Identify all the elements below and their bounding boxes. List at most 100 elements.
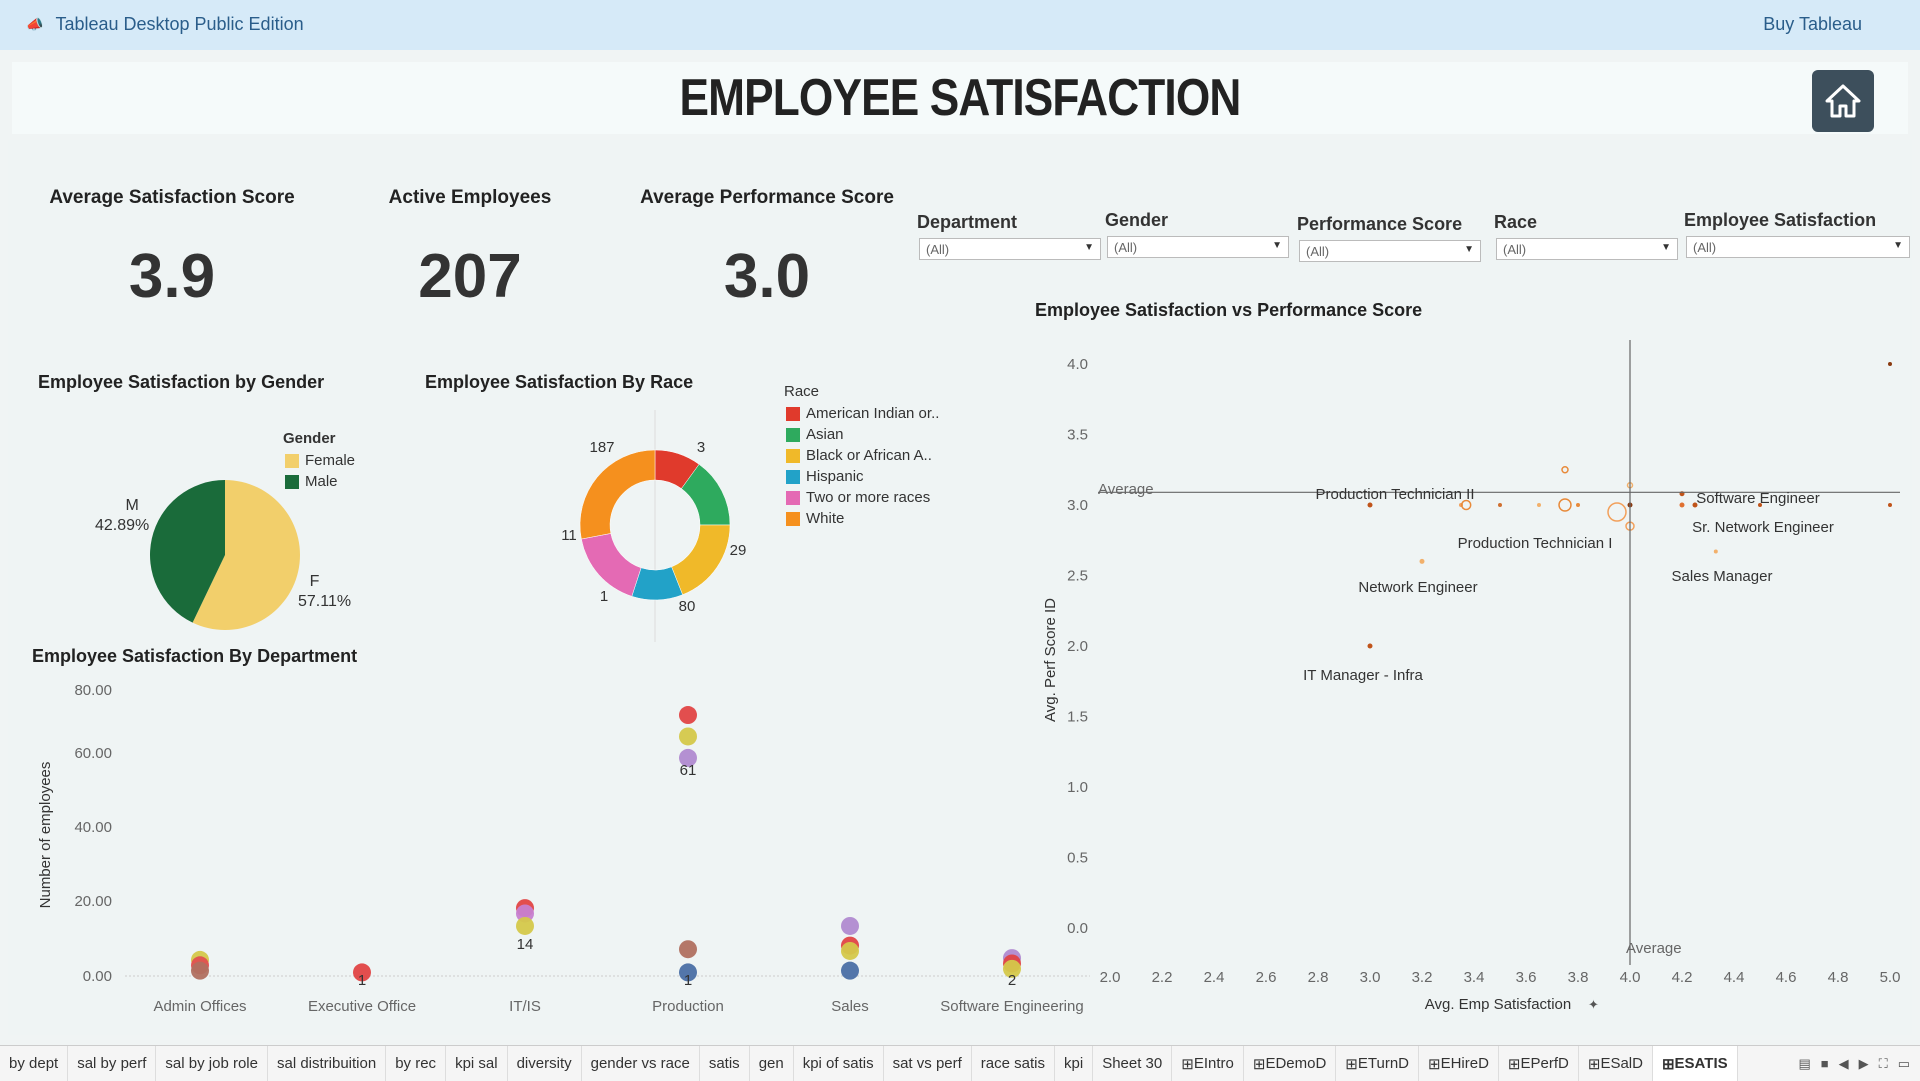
sheet-tab[interactable]: ⊞ EIntro xyxy=(1172,1046,1244,1081)
sheet-tab[interactable]: ⊞ EDemoD xyxy=(1244,1046,1337,1081)
dept-point[interactable] xyxy=(516,916,534,935)
scatter-point[interactable] xyxy=(1576,503,1580,507)
scatter-point[interactable] xyxy=(1419,558,1425,564)
dept-point[interactable] xyxy=(679,706,697,725)
dept-point[interactable] xyxy=(841,941,859,960)
sheet-tab[interactable]: sat vs perf xyxy=(884,1046,972,1081)
scatter-point[interactable] xyxy=(1498,503,1502,507)
legend-label: Two or more races xyxy=(806,489,931,506)
scroll-right-icon[interactable]: ▶ xyxy=(1859,1056,1869,1072)
legend-swatch xyxy=(786,427,800,442)
scatter-y-tick: 1.0 xyxy=(1067,779,1088,796)
scatter-annotation: Software Engineer xyxy=(1696,490,1819,507)
dept-x-tick: Executive Office xyxy=(308,998,416,1015)
race-label-hispanic: 1 xyxy=(600,588,608,605)
sheet-tab[interactable]: satis xyxy=(700,1046,750,1081)
pin-icon[interactable]: ✦ xyxy=(1588,997,1599,1012)
sheet-tab[interactable]: kpi xyxy=(1055,1046,1094,1081)
gender-legend-title: Gender xyxy=(283,430,336,447)
dept-point-label: 14 xyxy=(517,936,534,953)
scatter-point[interactable] xyxy=(1367,502,1373,508)
legend-item-female[interactable]: Female xyxy=(285,450,355,471)
scatter-annotation: Production Technician II xyxy=(1316,486,1475,503)
scatter-x-tick: 4.8 xyxy=(1828,969,1849,986)
donut-slice[interactable] xyxy=(671,524,731,596)
scatter-point[interactable] xyxy=(1367,643,1373,649)
dept-y-tick: 0.00 xyxy=(83,968,112,985)
sheet-tab[interactable]: by dept xyxy=(0,1046,69,1081)
home-button[interactable] xyxy=(1812,70,1874,132)
scatter-point[interactable] xyxy=(1558,498,1572,512)
scroll-left-icon[interactable]: ◀ xyxy=(1839,1056,1849,1072)
dept-point[interactable] xyxy=(679,727,697,746)
scatter-point[interactable] xyxy=(1679,502,1685,508)
legend-item-two-or-more[interactable]: Two or more races xyxy=(786,487,939,508)
dept-point[interactable] xyxy=(841,961,859,980)
sheet-tab[interactable]: by rec xyxy=(386,1046,447,1081)
sheet-tab[interactable]: diversity xyxy=(508,1046,582,1081)
buy-tableau-link[interactable]: Buy Tableau xyxy=(1763,14,1862,35)
presentation-icon[interactable]: ▭ xyxy=(1898,1056,1910,1072)
sheet-tab[interactable]: kpi sal xyxy=(446,1046,508,1081)
filter-performance-dropdown[interactable]: (All) ▼ xyxy=(1299,240,1481,262)
legend-item-hispanic[interactable]: Hispanic xyxy=(786,466,939,487)
dept-point[interactable] xyxy=(191,961,209,980)
scatter-x-tick: 2.2 xyxy=(1152,969,1173,986)
legend-item-black[interactable]: Black or African A.. xyxy=(786,445,939,466)
race-legend-title: Race xyxy=(784,383,820,400)
filter-satisfaction-label: Employee Satisfaction xyxy=(1684,210,1877,230)
sheet-tab[interactable]: ⊞ ESATIS xyxy=(1652,1046,1738,1081)
scatter-point[interactable] xyxy=(1888,503,1892,507)
filmstrip-icon[interactable]: ■ xyxy=(1821,1056,1829,1072)
scatter-x-tick: 3.4 xyxy=(1464,969,1485,986)
sheet-tab[interactable]: sal by job role xyxy=(156,1046,268,1081)
legend-item-white[interactable]: White xyxy=(786,508,939,529)
filter-satisfaction-value: (All) xyxy=(1693,240,1717,255)
scatter-x-tick: 4.0 xyxy=(1620,969,1641,986)
legend-swatch xyxy=(786,511,800,526)
sheet-tab[interactable]: ⊞ EPerfD xyxy=(1499,1046,1579,1081)
sheet-tab[interactable]: sal by perf xyxy=(68,1046,157,1081)
sheet-tab[interactable]: sal distribuition xyxy=(268,1046,387,1081)
tab-controls: ▤ ■ ◀ ▶ ⛶ ▭ xyxy=(1798,1056,1910,1072)
scatter-y-tick: 4.0 xyxy=(1067,356,1088,373)
sheet-tabs: by dept sal by perf sal by job role sal dis… xyxy=(0,1045,1920,1081)
dept-x-tick: IT/IS xyxy=(509,998,541,1015)
scatter-point[interactable] xyxy=(1561,466,1569,474)
dept-y-axis-label: Number of employees xyxy=(37,762,54,909)
dept-y-tick: 20.00 xyxy=(74,893,112,910)
dropdown-arrow-icon: ▼ xyxy=(1893,240,1903,251)
sheet-tab[interactable]: Sheet 30 xyxy=(1093,1046,1173,1081)
scatter-y-axis-label: Avg. Perf Score ID xyxy=(1042,598,1059,722)
sheet-tab[interactable]: gender vs race xyxy=(582,1046,700,1081)
dept-point-label: 61 xyxy=(680,762,697,779)
scatter-point[interactable] xyxy=(1537,503,1541,507)
scatter-point[interactable] xyxy=(1713,549,1718,554)
sheet-tab[interactable]: ⊞ ETurnD xyxy=(1336,1046,1419,1081)
gender-chart-title: Employee Satisfaction by Gender xyxy=(38,372,325,392)
donut-slice[interactable] xyxy=(579,449,656,540)
fullscreen-icon[interactable]: ⛶ xyxy=(1879,1056,1888,1072)
legend-item-american-indian[interactable]: American Indian or.. xyxy=(786,403,939,424)
sheet-tab[interactable]: race satis xyxy=(972,1046,1055,1081)
sheet-sorter-icon[interactable]: ▤ xyxy=(1798,1056,1810,1072)
legend-item-asian[interactable]: Asian xyxy=(786,424,939,445)
home-icon xyxy=(1825,84,1861,118)
scatter-point[interactable] xyxy=(1888,362,1892,366)
sheet-tab[interactable]: gen xyxy=(750,1046,794,1081)
sheet-tab[interactable]: ⊞ EHireD xyxy=(1419,1046,1499,1081)
filter-satisfaction-dropdown[interactable]: (All) ▼ xyxy=(1686,236,1910,258)
dept-point[interactable] xyxy=(679,940,697,959)
filter-gender-dropdown[interactable]: (All) ▼ xyxy=(1107,236,1289,258)
filter-race-dropdown[interactable]: (All) ▼ xyxy=(1496,238,1678,260)
dropdown-arrow-icon: ▼ xyxy=(1084,242,1094,253)
sheet-tab[interactable]: ⊞ ESalD xyxy=(1579,1046,1653,1081)
donut-slice[interactable] xyxy=(581,533,642,597)
sheet-tab[interactable]: kpi of satis xyxy=(794,1046,884,1081)
dashboard-tab-icon: ⊞ xyxy=(1252,1055,1266,1073)
dept-point[interactable] xyxy=(841,916,859,935)
scatter-point[interactable] xyxy=(1607,502,1627,522)
filter-department-label: Department xyxy=(917,212,1018,232)
filter-department-dropdown[interactable]: (All) ▼ xyxy=(919,238,1101,260)
scatter-annotation: Sr. Network Engineer xyxy=(1692,519,1834,536)
